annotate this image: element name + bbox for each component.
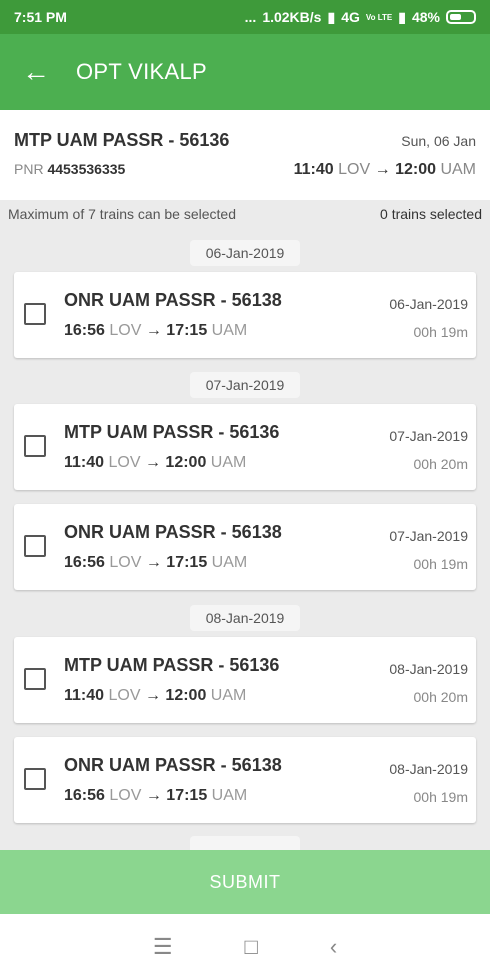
status-bar: 7:51 PM ... 1.02KB/s ▮ 4G Vo LTE ▮ 48% — [0, 0, 490, 34]
arr-time: 17:15 — [166, 322, 208, 339]
train-times: 16:56 LOV → 17:15 UAM — [64, 554, 247, 572]
train-card[interactable]: ONR UAM PASSR - 56138 16:56 LOV → 17:15 … — [14, 737, 476, 823]
status-time: 7:51 PM — [14, 9, 67, 25]
pnr-number: 4453536335 — [47, 161, 126, 177]
train-date: 08-Jan-2019 — [389, 661, 468, 677]
train-name: ONR UAM PASSR - 56138 — [64, 755, 282, 775]
from-station: LOV — [109, 787, 142, 804]
date-header: 07-Jan-2019 — [190, 372, 300, 398]
train-duration: 00h 20m — [413, 689, 468, 705]
train-name: MTP UAM PASSR - 56136 — [64, 655, 280, 675]
train-times: 11:40 LOV → 12:00 UAM — [64, 454, 246, 472]
status-right: ... 1.02KB/s ▮ 4G Vo LTE ▮ 48% — [245, 9, 476, 26]
to-station: UAM — [210, 687, 247, 704]
train-times: 11:40 LOV → 12:00 UAM — [64, 687, 246, 705]
battery-icon — [446, 10, 476, 24]
arrow-icon: → — [145, 787, 162, 804]
arr-time: 12:00 — [165, 454, 207, 471]
status-dots: ... — [244, 9, 257, 25]
to-station: UAM — [211, 322, 248, 339]
dep-time: 11:40 — [64, 687, 105, 704]
booking-summary: MTP UAM PASSR - 56136 Sun, 06 Jan PNR 44… — [0, 110, 490, 198]
train-checkbox[interactable] — [24, 435, 46, 457]
train-date: 06-Jan-2019 — [389, 296, 468, 312]
summary-date: Sun, 06 Jan — [401, 133, 476, 149]
arr-time: 17:15 — [166, 554, 208, 571]
system-nav-bar: ☰ □ ‹ — [0, 914, 490, 980]
selected-count: 0 trains selected — [380, 206, 482, 222]
train-date: 07-Jan-2019 — [389, 428, 468, 444]
summary-to: UAM — [440, 161, 476, 178]
arrow-icon: → — [144, 687, 161, 704]
app-bar: ← OPT VIKALP — [0, 34, 490, 110]
dep-time: 16:56 — [64, 554, 105, 571]
pnr: PNR 4453536335 — [14, 161, 125, 177]
train-checkbox[interactable] — [24, 768, 46, 790]
train-name: ONR UAM PASSR - 56138 — [64, 290, 282, 310]
volte-icon: Vo LTE — [365, 12, 393, 22]
train-card[interactable]: ONR UAM PASSR - 56138 16:56 LOV → 17:15 … — [14, 272, 476, 358]
to-station: UAM — [211, 554, 248, 571]
train-duration: 00h 19m — [413, 324, 468, 340]
home-icon[interactable]: □ — [245, 934, 258, 960]
train-duration: 00h 19m — [413, 789, 468, 805]
signal-icon: ▮ — [327, 8, 336, 25]
train-duration: 00h 19m — [413, 556, 468, 572]
arr-time: 17:15 — [166, 787, 208, 804]
summary-dep-time: 11:40 — [293, 161, 334, 178]
train-name: ONR UAM PASSR - 56138 — [64, 522, 282, 542]
network-speed: 1.02KB/s — [262, 9, 322, 25]
train-checkbox[interactable] — [24, 303, 46, 325]
submit-button[interactable]: SUBMIT — [0, 850, 490, 914]
train-checkbox[interactable] — [24, 668, 46, 690]
arrow-icon: → — [145, 322, 162, 339]
train-card[interactable]: MTP UAM PASSR - 56136 11:40 LOV → 12:00 … — [14, 637, 476, 723]
train-times: 16:56 LOV → 17:15 UAM — [64, 787, 247, 805]
date-header: 08-Jan-2019 — [190, 605, 300, 631]
dep-time: 16:56 — [64, 322, 105, 339]
back-arrow-icon[interactable]: ← — [22, 56, 58, 88]
from-station: LOV — [109, 554, 142, 571]
menu-icon[interactable]: ☰ — [153, 934, 173, 960]
train-checkbox[interactable] — [24, 535, 46, 557]
arr-time: 12:00 — [165, 687, 207, 704]
from-station: LOV — [108, 454, 141, 471]
back-icon[interactable]: ‹ — [330, 934, 337, 960]
summary-train-name: MTP UAM PASSR - 56136 — [14, 130, 230, 150]
train-card[interactable]: MTP UAM PASSR - 56136 11:40 LOV → 12:00 … — [14, 404, 476, 490]
train-date: 08-Jan-2019 — [389, 761, 468, 777]
dep-time: 16:56 — [64, 787, 105, 804]
train-card[interactable]: ONR UAM PASSR - 56138 16:56 LOV → 17:15 … — [14, 504, 476, 590]
date-header: 06-Jan-2019 — [190, 240, 300, 266]
train-date: 07-Jan-2019 — [389, 528, 468, 544]
battery-percent: 48% — [411, 9, 440, 25]
train-times: 16:56 LOV → 17:15 UAM — [64, 322, 247, 340]
arrow-icon: → — [145, 554, 162, 571]
from-station: LOV — [109, 322, 142, 339]
date-header-partial — [190, 836, 300, 850]
page-title: OPT VIKALP — [76, 59, 207, 84]
summary-times: 11:40 LOV → 12:00 UAM — [294, 161, 476, 179]
from-station: LOV — [108, 687, 141, 704]
train-duration: 00h 20m — [413, 456, 468, 472]
network-type: 4G — [341, 9, 360, 25]
selection-info: Maximum of 7 trains can be selected 0 tr… — [0, 200, 490, 222]
summary-from: LOV — [338, 161, 371, 178]
arrow-icon: → — [144, 454, 161, 471]
to-station: UAM — [211, 787, 248, 804]
max-trains-text: Maximum of 7 trains can be selected — [8, 206, 236, 222]
signal-icon-2: ▮ — [398, 8, 406, 25]
pnr-label: PNR — [14, 161, 44, 177]
train-list[interactable]: Maximum of 7 trains can be selected 0 tr… — [0, 200, 490, 850]
arrow-icon: → — [374, 161, 391, 178]
dep-time: 11:40 — [64, 454, 105, 471]
train-name: MTP UAM PASSR - 56136 — [64, 422, 280, 442]
to-station: UAM — [210, 454, 247, 471]
summary-arr-time: 12:00 — [395, 161, 436, 178]
